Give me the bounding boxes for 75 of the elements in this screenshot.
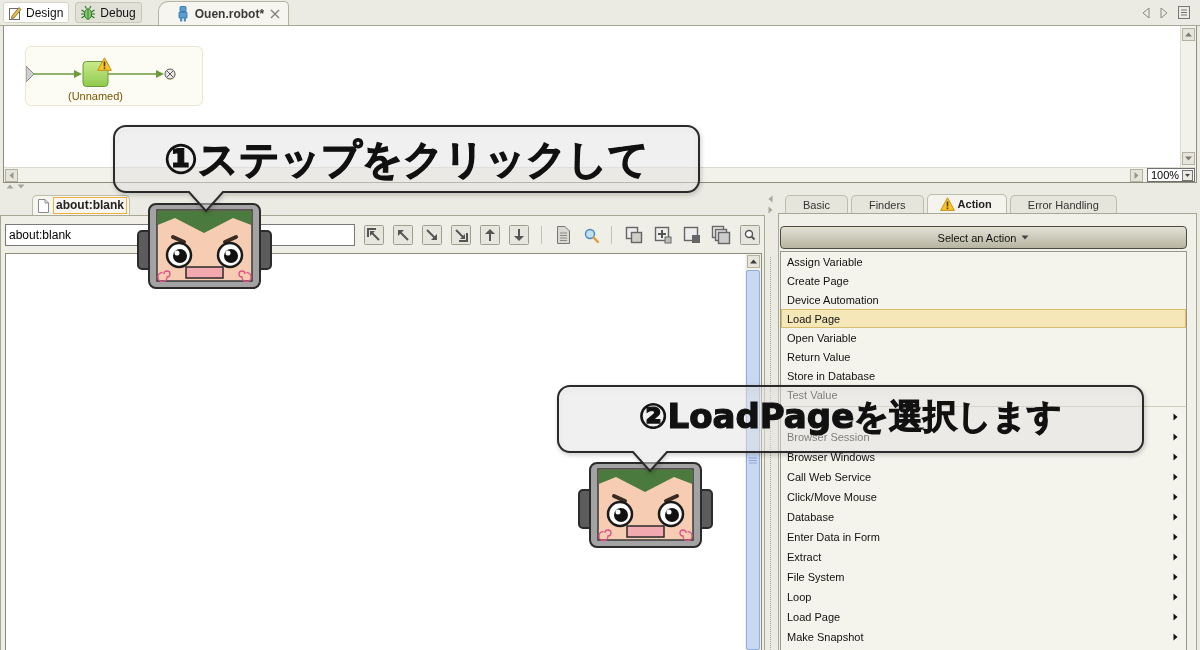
triangle-right-icon[interactable] [1160, 6, 1168, 19]
step-tab[interactable]: Action [926, 194, 1007, 213]
menu-item[interactable]: Load Page [781, 309, 1186, 328]
scroll-right-button[interactable] [1130, 168, 1143, 182]
submenu-caret-icon [1173, 493, 1178, 501]
warning-icon [939, 197, 955, 211]
search-icon[interactable] [583, 226, 599, 243]
zoom-dropdown[interactable]: 100% [1147, 168, 1195, 182]
menu-item[interactable]: Loop [781, 587, 1186, 607]
step-label: (Unnamed) [68, 90, 123, 102]
editor-tab[interactable]: Ouen.robot* [157, 1, 290, 25]
arrow-down-right-bar-icon[interactable] [451, 224, 471, 245]
triangle-right-icon[interactable] [768, 206, 773, 214]
menu-item[interactable]: Click/Move Mouse [781, 487, 1186, 507]
submenu-caret-icon [1173, 513, 1178, 521]
close-icon[interactable] [270, 8, 281, 19]
submenu-caret-icon [1173, 593, 1178, 601]
menu-item[interactable]: Device Automation [781, 290, 1186, 309]
stacked-squares-icon[interactable] [711, 224, 731, 245]
submenu-caret-icon [1173, 453, 1178, 461]
callout-text: ①ステップをクリックして [164, 137, 649, 181]
end-node [164, 68, 176, 80]
start-node [26, 65, 35, 83]
scroll-left-button[interactable] [5, 168, 18, 182]
robot-icon [176, 5, 189, 22]
menu-item[interactable]: File System [781, 567, 1186, 587]
arrow-down-right-icon[interactable] [422, 224, 442, 245]
perspective-tab[interactable]: Design [3, 2, 70, 23]
menu-item[interactable]: Enter Data in Form [781, 527, 1186, 547]
square-magnifier-icon[interactable] [740, 224, 760, 245]
menu-item[interactable]: Open Variable [781, 328, 1186, 347]
perspective-tab[interactable]: Debug [75, 2, 142, 23]
menu-icon[interactable] [1178, 6, 1190, 19]
select-action-button[interactable]: Select an Action [780, 226, 1187, 249]
page-icon [38, 198, 49, 213]
arrow-down-icon[interactable] [509, 224, 529, 245]
menu-item[interactable]: Load Page [781, 607, 1186, 627]
square-plus-icon[interactable] [653, 224, 673, 245]
submenu-caret-icon [1173, 573, 1178, 581]
connector-arrow [33, 70, 82, 78]
triangle-up-icon[interactable] [6, 184, 14, 189]
connector-arrow [107, 70, 164, 78]
square-block-icon[interactable] [682, 224, 702, 245]
submenu-caret-icon [1173, 633, 1178, 641]
submenu-caret-icon [1173, 553, 1178, 561]
triangle-down-icon[interactable] [17, 184, 25, 189]
menu-item[interactable]: Create Page [781, 271, 1186, 290]
menu-item[interactable]: Call Web Service [781, 467, 1186, 487]
browser-tab[interactable]: about:blank [32, 195, 130, 215]
scroll-up-button[interactable] [746, 255, 760, 268]
menu-item[interactable]: Return Value [781, 347, 1186, 366]
submenu-caret-icon [1173, 613, 1178, 621]
triangle-left-icon[interactable] [1142, 6, 1150, 19]
submenu-caret-icon [1173, 433, 1178, 441]
submenu-caret-icon [1173, 533, 1178, 541]
arrow-up-icon[interactable] [480, 224, 500, 245]
menu-item[interactable]: Browser Windows [781, 447, 1186, 467]
bug-icon [80, 4, 97, 21]
triangle-left-icon[interactable] [768, 195, 773, 203]
menu-item[interactable]: Assign Variable [781, 252, 1186, 271]
pencil-icon [8, 5, 22, 20]
arrow-up-left-icon[interactable] [393, 224, 413, 245]
menu-item[interactable]: Make Snapshot [781, 627, 1186, 647]
step-tab[interactable]: Basic [785, 195, 848, 213]
step-tab[interactable]: Finders [850, 195, 924, 213]
caret-down-icon [1182, 169, 1193, 181]
menu-item[interactable]: Database [781, 507, 1186, 527]
arrow-up-left-bar-icon[interactable] [364, 224, 384, 245]
scroll-down-button[interactable] [1182, 152, 1195, 165]
menu-item[interactable]: Extract [781, 547, 1186, 567]
overlapping-squares-icon[interactable] [624, 224, 644, 245]
menu-item[interactable]: Store in Database [781, 366, 1186, 385]
submenu-caret-icon [1173, 473, 1178, 481]
step-tab[interactable]: Error Handling [1009, 195, 1117, 213]
caret-down-icon [1021, 235, 1030, 240]
